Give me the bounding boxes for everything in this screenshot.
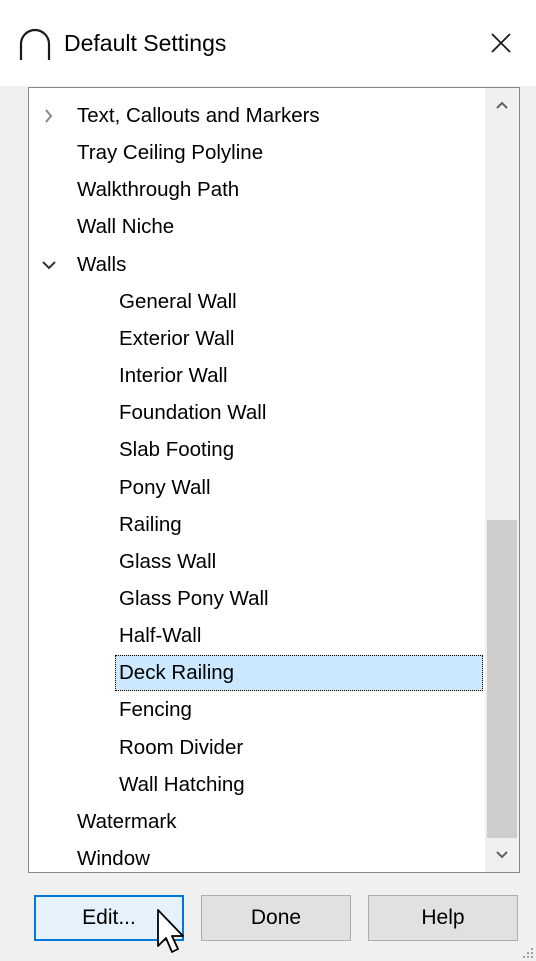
title-bar: Default Settings — [0, 0, 536, 86]
tree-item[interactable]: Exterior Wall — [29, 321, 489, 357]
tree-item[interactable]: Watermark — [29, 804, 489, 840]
window-title: Default Settings — [64, 30, 227, 56]
tree-item-label: Tray Ceiling Polyline — [77, 141, 264, 165]
close-button[interactable] — [466, 0, 536, 86]
tree-item-label: Half-Wall — [119, 624, 202, 648]
tree-item-label: Text, Callouts and Markers — [77, 104, 320, 127]
tree-item-label: Wall Hatching — [119, 772, 245, 796]
tree-item-label: Foundation Wall — [119, 401, 267, 425]
tree-item[interactable]: Deck Railing — [29, 655, 489, 692]
scroll-down-button[interactable] — [485, 838, 519, 872]
tree-item-label: Pony Wall — [119, 475, 211, 499]
resize-grip-icon[interactable] — [520, 945, 534, 959]
done-button[interactable]: Done — [201, 895, 351, 941]
tree-item[interactable]: Walls — [29, 247, 489, 283]
tree-item[interactable]: Glass Wall — [29, 544, 489, 580]
tree-item[interactable]: Slab Footing — [29, 432, 489, 468]
tree-item-label: Walkthrough Path — [77, 178, 240, 202]
tree-item-label: Room Divider — [119, 735, 244, 759]
chevron-down-icon — [496, 851, 508, 859]
settings-tree[interactable]: Text, Callouts and Markers Tray Ceiling P… — [28, 87, 520, 873]
tree-item-label: Walls — [77, 252, 127, 276]
tree-item[interactable]: Pony Wall — [29, 470, 489, 506]
tree-item-label: Deck Railing — [115, 655, 483, 692]
tree-item-label: Glass Wall — [119, 549, 217, 573]
tree-item[interactable]: Wall Niche — [29, 209, 489, 245]
tree-item[interactable]: Half-Wall — [29, 618, 489, 654]
chevron-down-icon[interactable] — [39, 247, 59, 283]
tree-item-label: Railing — [119, 512, 182, 536]
tree-item[interactable]: Fencing — [29, 692, 489, 728]
scroll-up-button[interactable] — [485, 88, 519, 122]
vertical-scrollbar[interactable] — [485, 88, 519, 872]
tree-item-label: Window — [77, 847, 150, 870]
tree-item[interactable]: General Wall — [29, 284, 489, 320]
tree-item-label: Watermark — [77, 809, 177, 833]
tree-item[interactable]: Foundation Wall — [29, 395, 489, 431]
tree-item[interactable]: Tray Ceiling Polyline — [29, 135, 489, 171]
help-button[interactable]: Help — [368, 895, 518, 941]
tree-item-label: Fencing — [119, 698, 192, 722]
tree-item[interactable]: Railing — [29, 507, 489, 543]
tree-item[interactable]: Text, Callouts and Markers — [29, 98, 489, 134]
mouse-pointer-icon — [157, 909, 184, 953]
chevron-right-icon[interactable] — [39, 98, 59, 134]
close-icon — [491, 33, 511, 53]
tree-item[interactable]: Room Divider — [29, 730, 489, 766]
tree-item-label: Interior Wall — [119, 364, 228, 388]
tree-item-label: Wall Niche — [77, 215, 175, 239]
scrollbar-thumb[interactable] — [487, 520, 517, 838]
chevron-up-icon — [496, 101, 508, 109]
default-settings-app-icon — [19, 28, 51, 60]
tree-item[interactable]: Walkthrough Path — [29, 172, 489, 208]
tree-item-label: Glass Pony Wall — [119, 586, 269, 610]
tree-item[interactable]: Glass Pony Wall — [29, 581, 489, 617]
tree-item-label: Slab Footing — [119, 438, 235, 462]
tree-item-label: General Wall — [119, 289, 237, 313]
tree-item-label: Exterior Wall — [119, 326, 235, 350]
tree-item[interactable]: Wall Hatching — [29, 767, 489, 803]
tree-item[interactable]: Window — [29, 841, 489, 872]
tree-item[interactable]: Interior Wall — [29, 358, 489, 394]
